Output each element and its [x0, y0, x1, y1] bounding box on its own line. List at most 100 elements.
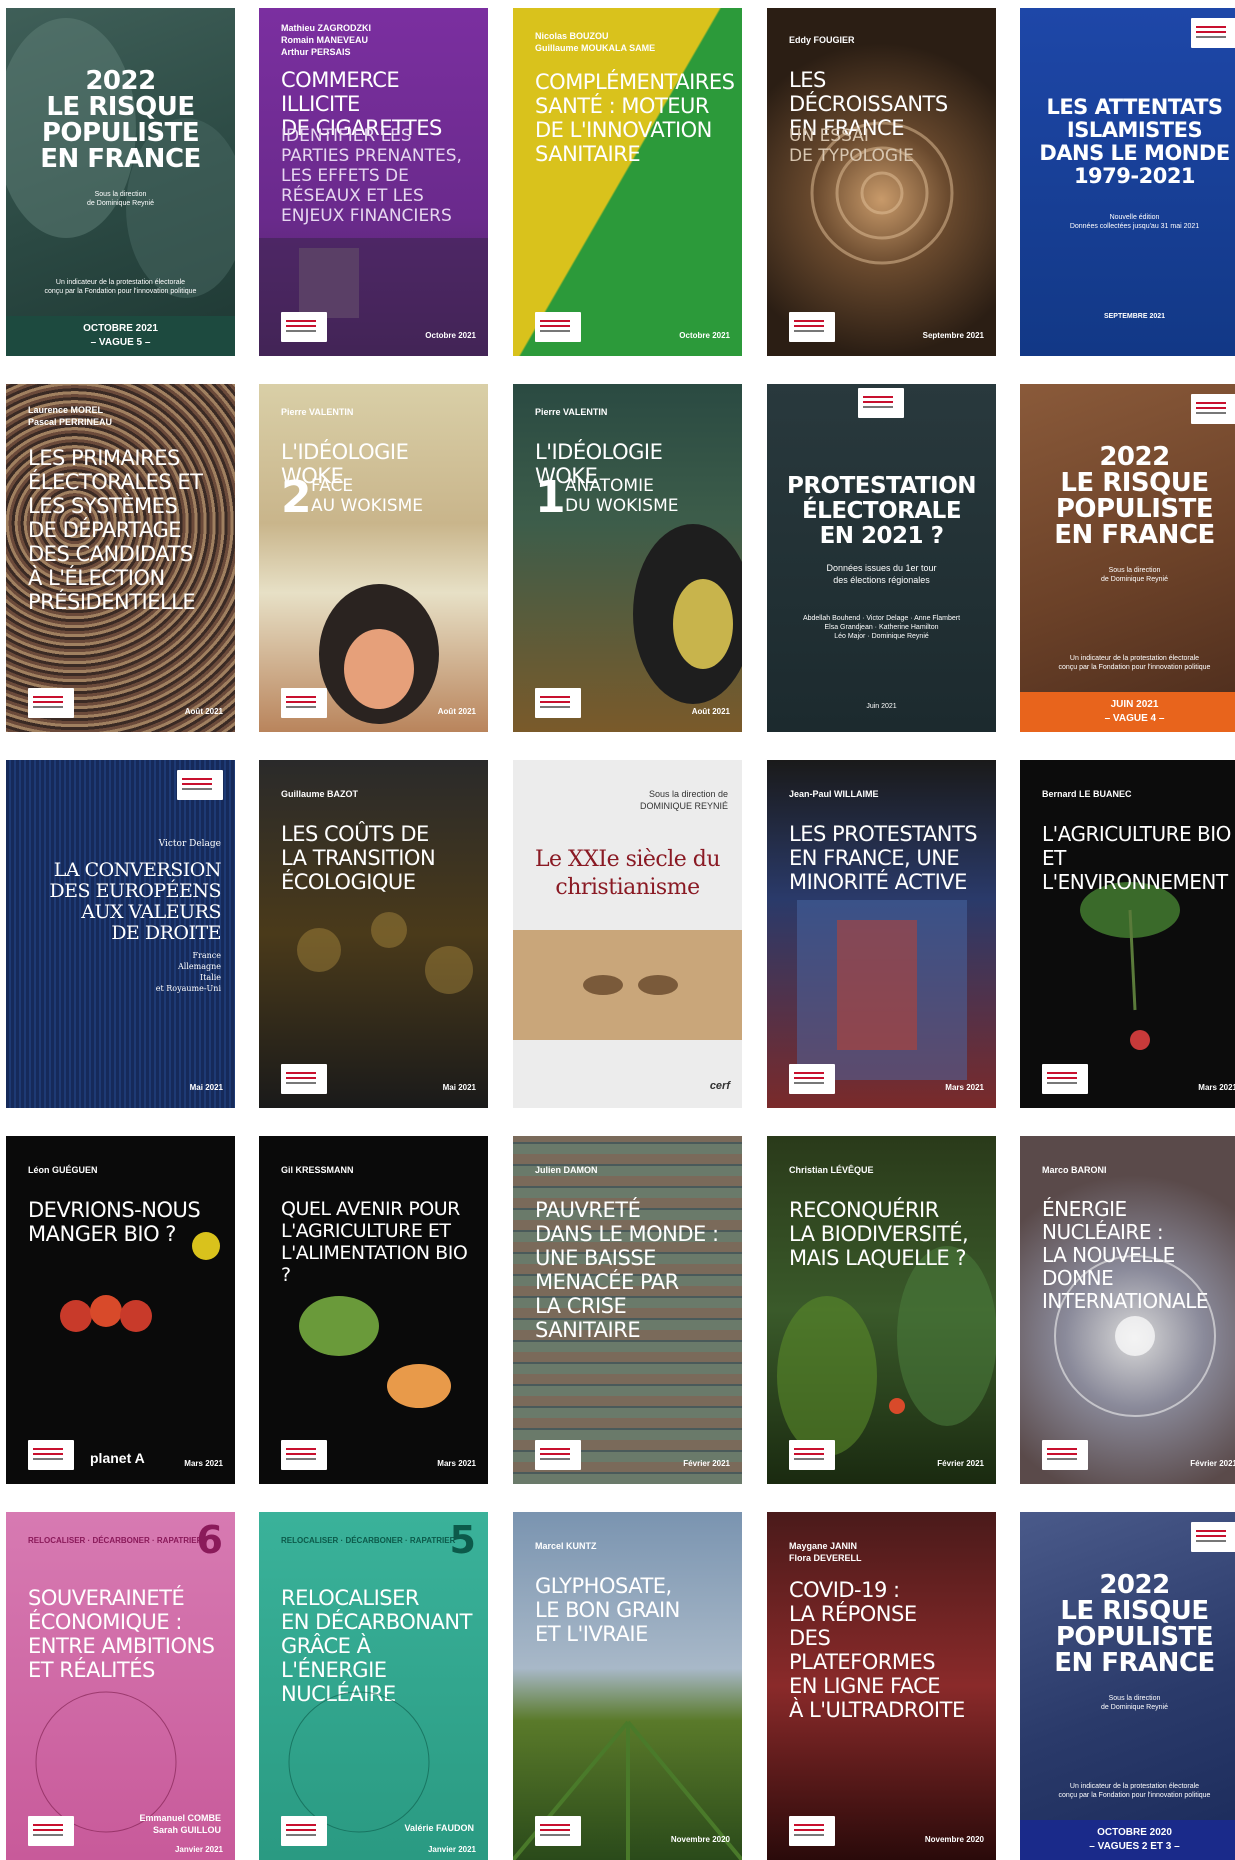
cover-title: L'AGRICULTURE BIO ET L'ENVIRONNEMENT: [1042, 822, 1231, 894]
globe-network-image: [288, 1691, 430, 1833]
fondapol-logo: [535, 688, 581, 718]
cover-title: 2022 LE RISQUE POPULISTE EN FRANCE: [1054, 1570, 1215, 1678]
cover-author: Julien DAMON: [535, 1165, 598, 1175]
globe-network-image: [35, 1691, 177, 1833]
cover-complementaires-sante[interactable]: Nicolas BOUZOU Guillaume MOUKALA SAME CO…: [513, 8, 742, 356]
cover-author: Christian LÉVÊQUE: [789, 1165, 874, 1175]
cover-attentats-islamistes[interactable]: LES ATTENTATS ISLAMISTES DANS LE MONDE 1…: [1020, 8, 1235, 356]
fondapol-logo: [535, 1816, 581, 1846]
cover-title: GLYPHOSATE, LE BON GRAIN ET L'IVRAIE: [535, 1574, 680, 1646]
cover-title: LES PROTESTANTS EN FRANCE, UNE MINORITÉ …: [789, 822, 978, 894]
painting-image: [633, 524, 742, 704]
cover-decroissants[interactable]: Eddy FOUGIER LES DÉCROISSANTS EN FRANCE …: [767, 8, 996, 356]
cover-date: Août 2021: [437, 707, 476, 716]
cover-agriculture-bio-environnement[interactable]: Bernard LE BUANEC L'AGRICULTURE BIO ET L…: [1020, 760, 1235, 1108]
snail-shell-image: [810, 121, 954, 265]
cover-note: Un indicateur de la protestation élector…: [1058, 655, 1211, 671]
volume-number: 2: [281, 472, 312, 523]
cover-title: DEVRIONS-NOUS MANGER BIO ?: [28, 1198, 201, 1246]
cover-author: Guillaume BAZOT: [281, 789, 359, 799]
cover-author: Pierre VALENTIN: [281, 407, 354, 417]
cover-devrions-nous-manger-bio[interactable]: Léon GUÉGUEN DEVRIONS-NOUS MANGER BIO ? …: [6, 1136, 235, 1484]
fondapol-logo: [789, 312, 835, 342]
cover-souverainete-economique[interactable]: RELOCALISER · DÉCARBONER · RAPATRIER 6 S…: [6, 1512, 235, 1860]
fondapol-logo: [28, 1440, 74, 1470]
fondapol-logo: [1191, 18, 1235, 48]
cover-energie-nucleaire[interactable]: Marco BARONI ÉNERGIE NUCLÉAIRE : LA NOUV…: [1020, 1136, 1235, 1484]
cover-risque-populiste-juin-2021[interactable]: 2022 LE RISQUE POPULISTE EN FRANCE Sous …: [1020, 384, 1235, 732]
cover-risque-populiste-oct-2021[interactable]: 2022 LE RISQUE POPULISTE EN FRANCE Sous …: [6, 8, 235, 356]
cover-title: PAUVRETÉ DANS LE MONDE : UNE BAISSE MENA…: [535, 1198, 719, 1342]
cover-conversion-europeens[interactable]: Victor Delage LA CONVERSION DES EUROPÉEN…: [6, 760, 235, 1108]
cover-subtitle: UN ESSAI DE TYPOLOGIE: [789, 126, 914, 166]
cover-date: Mai 2021: [442, 1083, 476, 1092]
cover-author: Marco BARONI: [1042, 1165, 1107, 1175]
cover-author: Bernard LE BUANEC: [1042, 789, 1132, 799]
cover-reconquerir-biodiversite[interactable]: Christian LÉVÊQUE RECONQUÉRIR LA BIODIVE…: [767, 1136, 996, 1484]
planet-a-logo: planet A: [90, 1450, 145, 1466]
cover-date: Octobre 2021: [425, 331, 476, 340]
cover-primaires-electorales[interactable]: Laurence MOREL Pascal PERRINEAU LES PRIM…: [6, 384, 235, 732]
cover-risque-populiste-oct-2020[interactable]: 2022 LE RISQUE POPULISTE EN FRANCE Sous …: [1020, 1512, 1235, 1860]
plant-image: [1080, 882, 1180, 1050]
fondapol-logo: [1191, 1522, 1235, 1552]
cover-date: Février 2021: [937, 1459, 984, 1468]
cover-date: Janvier 2021: [174, 1845, 223, 1854]
fondapol-logo: [177, 770, 223, 800]
cover-quel-avenir-agriculture-bio[interactable]: Gil KRESSMANN QUEL AVENIR POUR L'AGRICUL…: [259, 1136, 488, 1484]
cover-ideologie-woke-2[interactable]: Pierre VALENTIN L'IDÉOLOGIE WOKE 2 FACE …: [259, 384, 488, 732]
cover-date: Mai 2021: [189, 1083, 223, 1092]
cover-wave-band: OCTOBRE 2020 – VAGUES 2 ET 3 –: [1020, 1820, 1235, 1860]
cover-author: Léon GUÉGUEN: [28, 1165, 98, 1175]
cover-relocaliser-decarbonant[interactable]: RELOCALISER · DÉCARBONER · RAPATRIER 5 R…: [259, 1512, 488, 1860]
statue-image: [6, 18, 235, 298]
cover-author: Nicolas BOUZOU Guillaume MOUKALA SAME: [535, 31, 656, 53]
fondapol-logo: [281, 1064, 327, 1094]
vegetables-image: [60, 1232, 220, 1332]
fondapol-logo: [535, 1440, 581, 1470]
cover-author: Gil KRESSMANN: [281, 1165, 354, 1175]
cover-xxie-siecle-christianisme[interactable]: Sous la direction de DOMINIQUE REYNIÉ Le…: [513, 760, 742, 1108]
cover-protestants-en-france[interactable]: Jean-Paul WILLAIME LES PROTESTANTS EN FR…: [767, 760, 996, 1108]
cover-title: LES ATTENTATS ISLAMISTES DANS LE MONDE 1…: [1039, 95, 1230, 188]
cover-author: Maygane JANIN Flora DEVERELL: [789, 1541, 862, 1563]
cover-note: Données issues du 1er tour des élections…: [826, 563, 937, 585]
cover-subtitle: ANATOMIE DU WOKISME: [565, 476, 679, 516]
cover-title: COVID-19 : LA RÉPONSE DES PLATEFORMES EN…: [789, 1578, 965, 1722]
cover-covid-19-plateformes[interactable]: Maygane JANIN Flora DEVERELL COVID-19 : …: [767, 1512, 996, 1860]
cover-commerce-illicite[interactable]: Mathieu ZAGRODZKI Romain MANEVEAU Arthur…: [259, 8, 488, 356]
cover-wave-band: OCTOBRE 2021 – VAGUE 5 –: [6, 316, 235, 356]
cover-date: Mars 2021: [184, 1459, 223, 1468]
cover-author: Pierre VALENTIN: [535, 407, 608, 417]
cover-ideologie-woke-1[interactable]: Pierre VALENTIN L'IDÉOLOGIE WOKE 1 ANATO…: [513, 384, 742, 732]
cover-author: Marcel KUNTZ: [535, 1541, 597, 1551]
cover-author: Eddy FOUGIER: [789, 35, 855, 45]
cover-note: Un indicateur de la protestation élector…: [44, 279, 197, 295]
cover-date: Février 2021: [683, 1459, 730, 1468]
cover-title: 2022 LE RISQUE POPULISTE EN FRANCE: [40, 66, 201, 174]
cover-title: PROTESTATION ÉLECTORALE EN 2021 ?: [786, 473, 977, 549]
publications-grid: 2022 LE RISQUE POPULISTE EN FRANCE Sous …: [6, 8, 1235, 1860]
cover-title: RECONQUÉRIR LA BIODIVERSITÉ, MAIS LAQUEL…: [789, 1198, 969, 1270]
cover-author: Mathieu ZAGRODZKI Romain MANEVEAU Arthur…: [281, 23, 371, 57]
crowd-image: [297, 912, 473, 994]
cover-date: Novembre 2020: [924, 1835, 984, 1844]
cover-direction: Sous la direction de Dominique Reynié: [1101, 567, 1168, 583]
volume-number: 1: [535, 472, 566, 523]
cover-title: LA CONVERSION DES EUROPÉENS AUX VALEURS …: [49, 859, 221, 944]
cover-author: Victor Delage: [158, 839, 221, 849]
cover-glyphosate[interactable]: Marcel KUNTZ GLYPHOSATE, LE BON GRAIN ET…: [513, 1512, 742, 1860]
cover-authors-bottom: Valérie FAUDON: [404, 1823, 474, 1833]
cover-subtitle: FACE AU WOKISME: [311, 476, 424, 516]
publisher-logo: cerf: [709, 1080, 730, 1092]
cover-couts-transition-ecologique[interactable]: Guillaume BAZOT LES COÛTS DE LA TRANSITI…: [259, 760, 488, 1108]
cover-title: LES COÛTS DE LA TRANSITION ÉCOLOGIQUE: [281, 822, 436, 894]
cover-protestation-electorale-2021[interactable]: PROTESTATION ÉLECTORALE EN 2021 ? Donnée…: [767, 384, 996, 732]
cover-title: ÉNERGIE NUCLÉAIRE : LA NOUVELLE DONNE IN…: [1042, 1197, 1208, 1313]
fondapol-logo: [1042, 1440, 1088, 1470]
mosaic-fish-image: [513, 930, 742, 1040]
cover-date: Février 2021: [1190, 1459, 1235, 1468]
cover-date: Mars 2021: [945, 1083, 984, 1092]
cover-date: Août 2021: [691, 707, 730, 716]
cover-pauvrete-dans-le-monde[interactable]: Julien DAMON PAUVRETÉ DANS LE MONDE : UN…: [513, 1136, 742, 1484]
